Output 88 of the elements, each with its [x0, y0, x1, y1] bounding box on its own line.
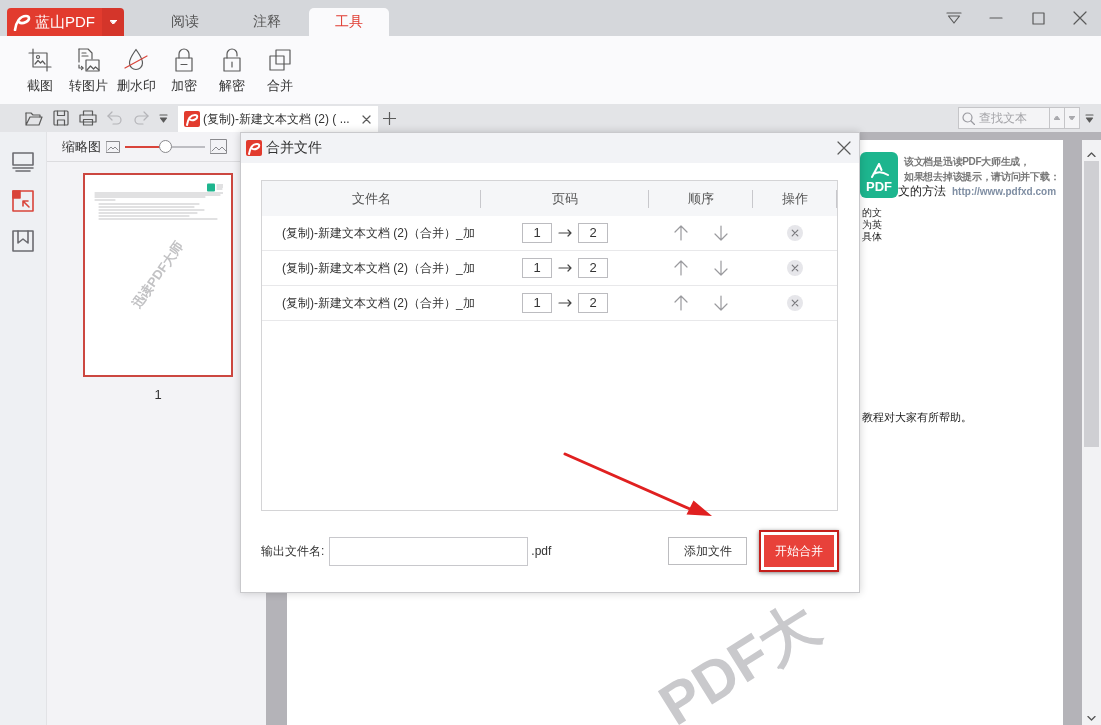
- body-text: 具体: [862, 231, 882, 243]
- logo-swoosh-icon: [13, 13, 31, 31]
- body-text: 教程对大家有所帮助。: [862, 410, 972, 424]
- panel-title: 缩略图: [62, 137, 101, 156]
- arrow-down-icon[interactable]: [714, 225, 728, 241]
- arrow-down-icon[interactable]: [714, 260, 728, 276]
- output-filename-field[interactable]: [329, 536, 529, 566]
- pdf-swoosh-icon: [869, 163, 889, 178]
- maximize-icon[interactable]: [1031, 11, 1045, 25]
- dropdown-menu-icon[interactable]: [158, 113, 168, 123]
- page-view-icon[interactable]: [12, 152, 34, 172]
- caret-up-icon[interactable]: [1087, 152, 1096, 157]
- arrow-up-icon[interactable]: [674, 295, 688, 311]
- search-icon: [962, 111, 975, 125]
- logo-text: PDF: [866, 180, 892, 194]
- arrow-right-icon: [558, 264, 572, 272]
- open-lock-icon: [223, 48, 241, 72]
- caret-down-icon[interactable]: [1087, 716, 1096, 721]
- page-start-field[interactable]: 1: [522, 258, 552, 278]
- page-number: 1: [153, 387, 163, 402]
- app-logo-icon: [184, 111, 200, 127]
- document-heading: 文的方法: [898, 184, 946, 199]
- page-end-field[interactable]: 2: [578, 258, 608, 278]
- page-start-field[interactable]: 1: [522, 223, 552, 243]
- close-icon[interactable]: [362, 114, 371, 124]
- dialog-title: 合并文件: [266, 139, 322, 157]
- menu-tab[interactable]: 工具: [309, 8, 389, 36]
- overlapping-squares-icon: [269, 49, 291, 71]
- extension-text: .pdf: [531, 544, 552, 558]
- menu-tab[interactable]: 注释: [227, 8, 307, 36]
- remove-icon[interactable]: [787, 225, 803, 241]
- tool-button[interactable]: 合并: [256, 36, 304, 104]
- body-text: 的文: [862, 207, 882, 219]
- notice-text: 如果想去掉该提示，请访问并下载：: [904, 170, 1060, 184]
- file-name-cell-text: (复制)-新建文本文档 (2)（合并）_加: [281, 259, 475, 277]
- add-file-button[interactable]: 添加文件: [668, 537, 747, 565]
- close-icon[interactable]: [1073, 11, 1087, 25]
- previous-result-button[interactable]: [1050, 107, 1065, 129]
- page-start-field[interactable]: 1: [522, 293, 552, 313]
- output-label: 输出文件名:: [261, 542, 325, 560]
- slider-thumb[interactable]: [158, 140, 172, 153]
- small-image-icon[interactable]: [106, 140, 120, 153]
- bookmark-icon[interactable]: [12, 230, 34, 252]
- caret-down-icon: [1069, 116, 1075, 120]
- tool-button[interactable]: 删水印: [112, 36, 160, 104]
- close-icon[interactable]: [837, 141, 851, 155]
- folder-icon[interactable]: [24, 110, 43, 126]
- arrow-up-icon[interactable]: [674, 225, 688, 241]
- tool-button[interactable]: 加密: [160, 36, 208, 104]
- menu-tab[interactable]: 阅读: [145, 8, 225, 36]
- remove-icon[interactable]: [787, 295, 803, 311]
- lock-icon: [175, 48, 193, 72]
- app-logo-icon: [246, 140, 262, 156]
- body-text: 为英: [862, 219, 882, 231]
- column-header: 顺序: [649, 189, 753, 208]
- tool-button[interactable]: 截图: [16, 36, 64, 104]
- arrow-right-icon: [558, 229, 572, 237]
- caret-up-icon: [1054, 116, 1060, 120]
- page-end-field[interactable]: 2: [578, 223, 608, 243]
- crossed-drop-icon: [124, 48, 148, 72]
- search-field[interactable]: 查找文本: [958, 107, 1050, 129]
- remove-icon[interactable]: [787, 260, 803, 276]
- caret-down-icon: [109, 20, 117, 24]
- plus-icon[interactable]: [382, 111, 396, 125]
- notice-text: 该文档是迅读PDF大师生成，: [904, 155, 1031, 169]
- app-menu-button[interactable]: 蓝山PDF: [7, 8, 102, 36]
- document-image-icon: [76, 48, 100, 72]
- arrow-down-icon[interactable]: [714, 295, 728, 311]
- arrow-right-icon: [558, 299, 572, 307]
- file-name-cell-text: (复制)-新建文本文档 (2)（合并）_加: [281, 224, 475, 242]
- column-header: 页码: [481, 189, 649, 208]
- tool-button[interactable]: 转图片: [64, 36, 112, 104]
- ribbon-toggle-icon[interactable]: [946, 12, 962, 24]
- large-image-icon[interactable]: [210, 139, 227, 154]
- app-dropdown-button[interactable]: [102, 8, 124, 36]
- dropdown-menu-icon[interactable]: [1084, 113, 1094, 123]
- scrollbar-thumb[interactable]: [1084, 161, 1099, 447]
- crop-image-icon: [28, 48, 52, 72]
- file-name-cell-text: (复制)-新建文本文档 (2)（合并）_加: [281, 294, 475, 312]
- start-merge-button[interactable]: 开始合并: [764, 535, 834, 567]
- printer-icon[interactable]: [78, 110, 97, 126]
- column-header: 操作: [753, 189, 837, 208]
- arrow-up-icon[interactable]: [674, 260, 688, 276]
- scrollbar[interactable]: [1082, 140, 1101, 725]
- column-header: 文件名: [262, 189, 481, 208]
- tool-button[interactable]: 解密: [208, 36, 256, 104]
- page-end-field[interactable]: 2: [578, 293, 608, 313]
- document-tab[interactable]: (复制)-新建文本文档 (2) ( ...: [178, 106, 378, 132]
